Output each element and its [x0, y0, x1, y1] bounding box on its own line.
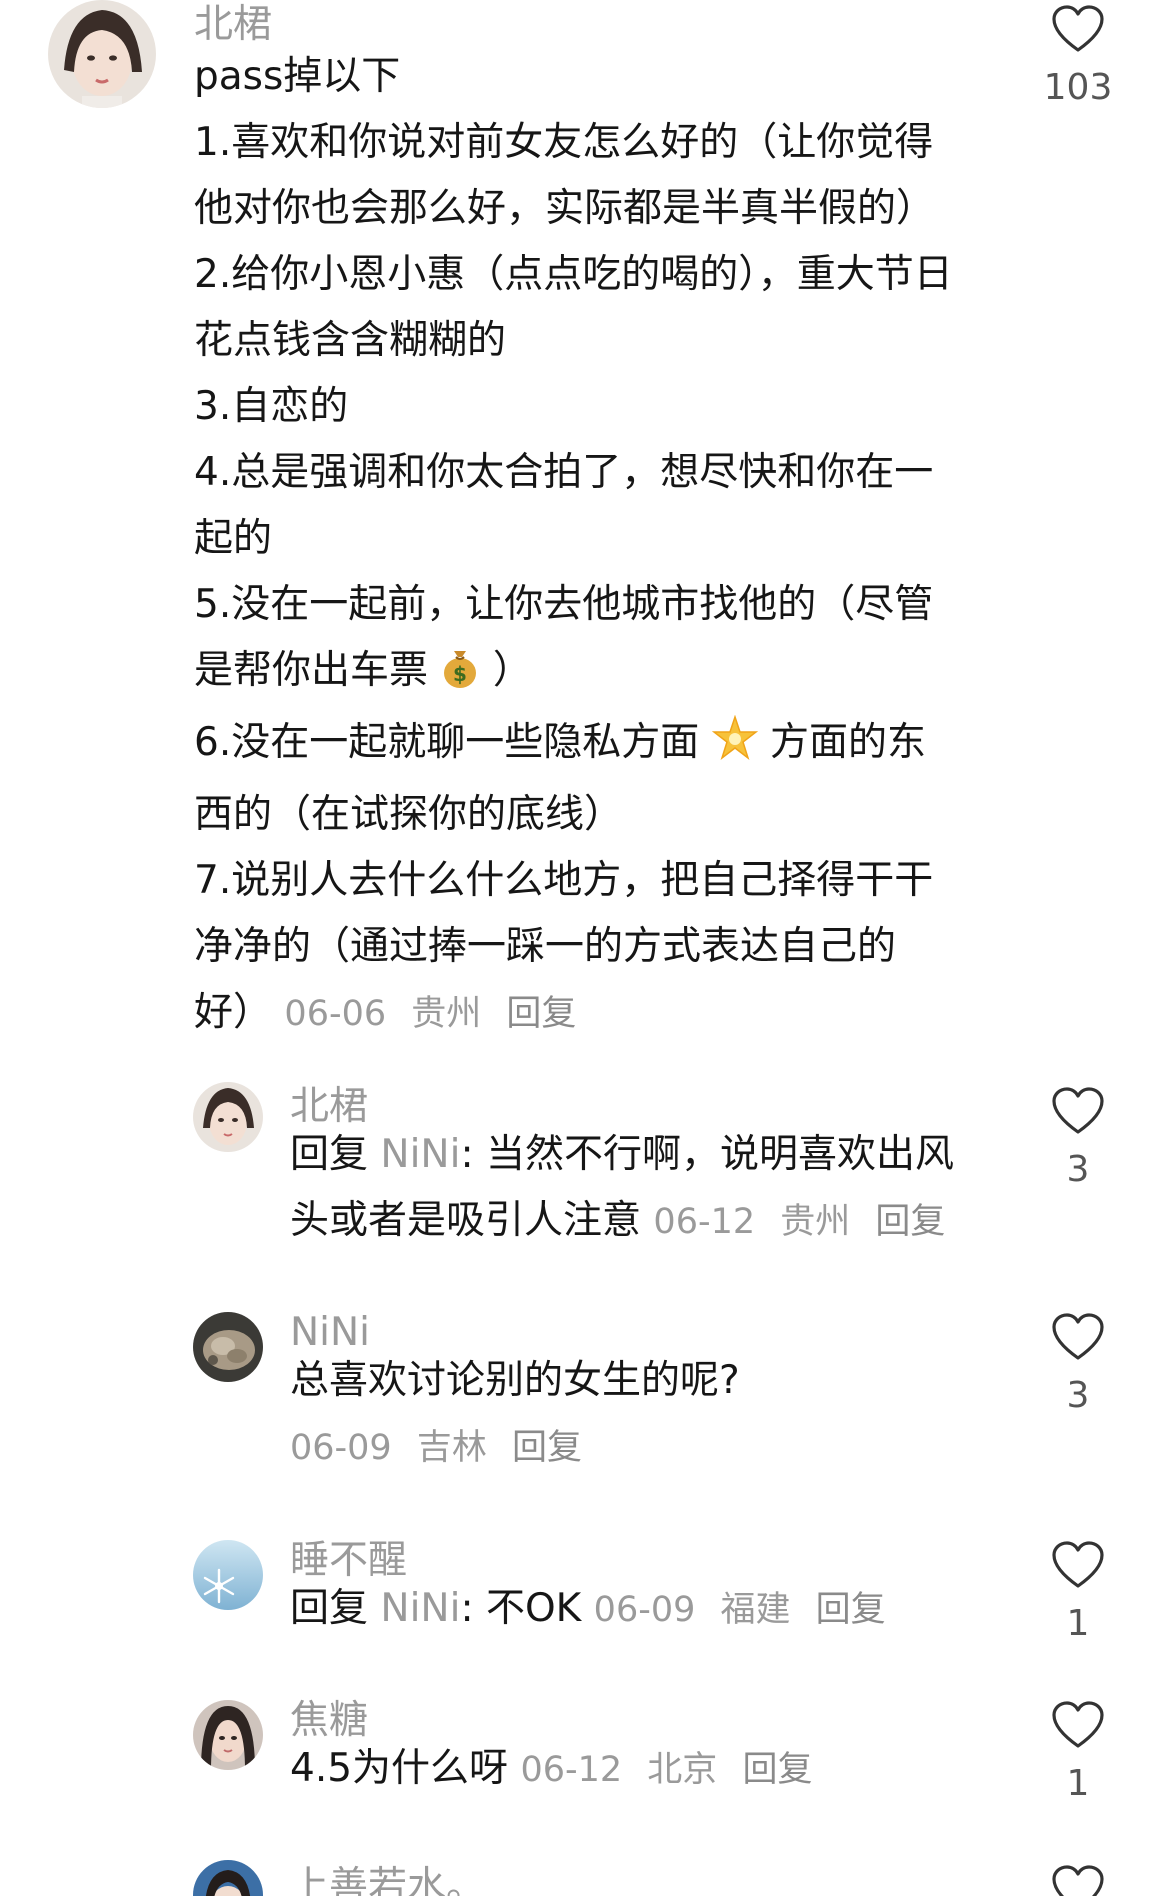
avatar[interactable] — [193, 1540, 263, 1610]
avatar[interactable] — [193, 1860, 263, 1896]
comment-line: 花点钱含含糊糊的 — [194, 318, 507, 363]
comment-line: 5.没在一起前，让你去他城市找他的（尽管 — [194, 582, 934, 627]
comment-line: 06-09 吉林 回复 — [290, 1414, 1010, 1481]
comment-date: 06-06 — [284, 994, 387, 1034]
comment-body: pass掉以下 1.喜欢和你说对前女友怎么好的（让你觉得 他对你也会那么好，实际… — [194, 44, 1004, 1047]
comment-line: 6.没在一起就聊一些隐私方面 方面的东 — [194, 710, 1004, 782]
like-control[interactable]: 1 — [1028, 1540, 1128, 1644]
avatar-image — [193, 1082, 263, 1152]
like-control[interactable]: 103 — [1028, 4, 1128, 108]
comment-date: 06-09 — [593, 1590, 696, 1630]
comment-date: 06-12 — [653, 1202, 756, 1242]
comment-line: 4.5为什么呀 06-12 北京 回复 — [290, 1736, 1010, 1803]
avatar-image — [193, 1700, 263, 1770]
comment-line: 7.说别人去什么什么地方，把自己择得干干 — [194, 858, 934, 903]
like-count: 3 — [1066, 1149, 1090, 1190]
comment-date: 06-09 — [290, 1428, 392, 1468]
comment-line: 3.自恋的 — [194, 384, 349, 429]
comment-line: 起的 — [194, 516, 273, 561]
comment-body: 4.5为什么呀 06-12 北京 回复 — [290, 1736, 1010, 1803]
avatar-image — [193, 1312, 263, 1382]
comment-line: 西的（在试探你的底线） — [194, 792, 624, 837]
comment-date: 06-12 — [520, 1750, 623, 1790]
reply-button[interactable]: 回复 — [816, 1590, 886, 1630]
heart-icon[interactable] — [1051, 1864, 1105, 1896]
reply-button[interactable]: 回复 — [506, 994, 576, 1034]
comment-meta: 06-09 福建 回复 — [594, 1590, 900, 1630]
like-control[interactable]: 1 — [1028, 1700, 1128, 1804]
svg-text:$: $ — [453, 662, 467, 686]
comment-line-text: 4.5为什么呀 — [290, 1746, 509, 1791]
comment-line: 头或者是吸引人注意 06-12 贵州 回复 — [290, 1188, 1010, 1255]
comment-location: 贵州 — [780, 1202, 851, 1242]
comment-meta: 06-09 吉林 回复 — [290, 1428, 596, 1468]
comment-line-text: 头或者是吸引人注意 — [290, 1198, 642, 1243]
reply-prefix: 回复 — [290, 1586, 369, 1631]
comment-line: pass掉以下 — [194, 54, 401, 99]
comment-line: 他对你也会那么好，实际都是半真半假的） — [194, 186, 936, 231]
like-count: 1 — [1066, 1603, 1090, 1644]
avatar-image — [193, 1860, 263, 1896]
comment-line: 总喜欢讨论别的女生的呢? — [290, 1358, 740, 1403]
comment-line-text: 6.没在一起就聊一些隐私方面 — [194, 720, 700, 765]
like-control[interactable]: 3 — [1028, 1086, 1128, 1190]
comment-meta: 06-12 北京 回复 — [520, 1750, 826, 1790]
comment-line: 4.总是强调和你太合拍了，想尽快和你在一 — [194, 450, 934, 495]
comment-meta: 06-06 贵州 回复 — [284, 994, 590, 1034]
comment-location: 福建 — [720, 1590, 791, 1630]
avatar-image — [48, 0, 156, 108]
avatar-image — [193, 1540, 263, 1610]
comment-line-text: : 当然不行啊，说明喜欢出风 — [460, 1132, 954, 1177]
comment-line: 1.喜欢和你说对前女友怎么好的（让你觉得 — [194, 120, 934, 165]
comment-line-text: : 不OK — [460, 1586, 582, 1631]
comment-line: 好） 06-06 贵州 回复 — [194, 980, 1004, 1047]
comment-line-text: 是帮你出车票 — [194, 648, 429, 693]
heart-icon[interactable] — [1051, 1086, 1105, 1136]
avatar[interactable] — [48, 0, 156, 108]
comment-username[interactable]: 北桾 — [194, 2, 272, 48]
money-bag-icon: $ — [440, 644, 480, 710]
comment-line: 回复 NiNi: 不OK 06-09 福建 回复 — [290, 1576, 1010, 1643]
comment-location: 北京 — [647, 1750, 718, 1790]
mention-link[interactable]: NiNi — [380, 1132, 460, 1177]
like-control[interactable] — [1028, 1864, 1128, 1896]
avatar[interactable] — [193, 1312, 263, 1382]
comment-username[interactable]: 上善若水。 — [290, 1864, 485, 1896]
comment-line: 回复 NiNi: 当然不行啊，说明喜欢出风 — [290, 1122, 1010, 1188]
like-control[interactable]: 3 — [1028, 1312, 1128, 1416]
comment-line-text: 好） — [194, 990, 273, 1035]
avatar[interactable] — [193, 1082, 263, 1152]
comment-location: 贵州 — [411, 994, 482, 1034]
star-icon — [711, 714, 758, 782]
heart-icon[interactable] — [1051, 1700, 1105, 1750]
avatar[interactable] — [193, 1700, 263, 1770]
like-count: 1 — [1066, 1763, 1090, 1804]
like-count: 103 — [1043, 67, 1113, 108]
comment-line-text: 方面的东 — [770, 720, 927, 765]
comment-body: 总喜欢讨论别的女生的呢? 06-09 吉林 回复 — [290, 1348, 1010, 1481]
comment-line-text: ） — [492, 648, 532, 693]
comment-location: 吉林 — [416, 1428, 487, 1468]
comment-meta: 06-12 贵州 回复 — [653, 1202, 959, 1242]
reply-prefix: 回复 — [290, 1132, 369, 1177]
heart-icon[interactable] — [1051, 1540, 1105, 1590]
comment-body: 回复 NiNi: 不OK 06-09 福建 回复 — [290, 1576, 1010, 1643]
comment-line: 净净的（通过捧一踩一的方式表达自己的 — [194, 924, 897, 969]
heart-icon[interactable] — [1051, 4, 1105, 54]
like-count: 3 — [1066, 1375, 1090, 1416]
reply-button[interactable]: 回复 — [742, 1750, 812, 1790]
reply-button[interactable]: 回复 — [875, 1202, 945, 1242]
comment-body: 回复 NiNi: 当然不行啊，说明喜欢出风 头或者是吸引人注意 06-12 贵州… — [290, 1122, 1010, 1255]
comment-line: 是帮你出车票 $ ） — [194, 638, 1004, 710]
heart-icon[interactable] — [1051, 1312, 1105, 1362]
reply-button[interactable]: 回复 — [512, 1428, 582, 1468]
mention-link[interactable]: NiNi — [380, 1586, 460, 1631]
reply-comment-item: 上善若水。 — [0, 1848, 1170, 1896]
comment-line: 2.给你小恩小惠（点点吃的喝的），重大节日 — [194, 252, 953, 297]
